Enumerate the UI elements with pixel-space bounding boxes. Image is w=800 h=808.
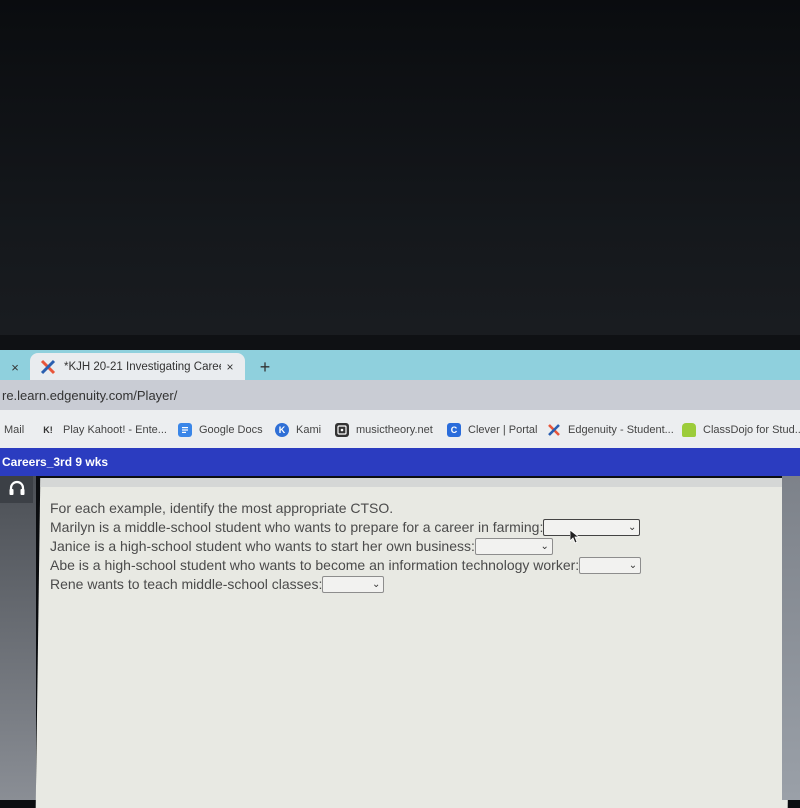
- close-icon[interactable]: ×: [221, 360, 239, 374]
- question-item: Janice is a high-school student who want…: [50, 537, 641, 556]
- classdojo-icon: [682, 423, 696, 437]
- chevron-down-icon: ⌄: [628, 560, 638, 571]
- bookmark-label: musictheory.net: [356, 424, 433, 436]
- bookmark-kahoot[interactable]: K! Play Kahoot! - Ente...: [40, 423, 167, 437]
- sidebar: [0, 476, 36, 800]
- close-icon[interactable]: ×: [11, 360, 19, 375]
- kami-icon: K: [275, 423, 289, 437]
- question-block: For each example, identify the most appr…: [50, 499, 642, 594]
- question-item: Marilyn is a middle-school student who w…: [50, 518, 641, 537]
- bookmark-kami[interactable]: K Kami: [275, 423, 321, 437]
- bookmark-mail[interactable]: Mail: [4, 424, 24, 436]
- musictheory-icon: [335, 423, 349, 437]
- question-item: Rene wants to teach middle-school classe…: [50, 575, 641, 594]
- prompt-text: For each example, identify the most appr…: [50, 500, 394, 516]
- bookmark-classdojo[interactable]: ClassDojo for Stud...: [682, 423, 800, 437]
- kahoot-icon: K!: [43, 425, 53, 435]
- chevron-down-icon: ⌄: [627, 522, 637, 533]
- bookmark-label: ClassDojo for Stud...: [703, 424, 800, 436]
- edgenuity-icon: [547, 423, 561, 437]
- ctso-dropdown-marilyn[interactable]: ⌄: [543, 519, 641, 536]
- course-title: Careers_3rd 9 wks: [2, 455, 109, 469]
- bookmark-label: Kami: [296, 424, 322, 436]
- item-text: Marilyn is a middle-school student who w…: [50, 519, 544, 535]
- chevron-down-icon: ⌄: [540, 541, 549, 552]
- item-text: Abe is a high-school student who wants t…: [50, 557, 580, 573]
- ctso-dropdown-abe[interactable]: ⌄: [579, 557, 642, 574]
- bookmark-edgenuity[interactable]: Edgenuity - Student...: [547, 423, 674, 437]
- tab-title: *KJH 20-21 Investigating Career: [64, 360, 221, 373]
- course-header: Careers_3rd 9 wks: [0, 448, 800, 476]
- question-item: Abe is a high-school student who wants t…: [50, 556, 642, 575]
- bookmark-label: Google Docs: [199, 424, 263, 436]
- bookmarks-bar: Mail K! Play Kahoot! - Ente... Google Do…: [0, 410, 800, 450]
- tab-strip: × *KJH 20-21 Investigating Career × +: [0, 350, 800, 380]
- bookmark-clever[interactable]: C Clever | Portal: [447, 423, 538, 437]
- dark-screen-area: [0, 0, 800, 350]
- bookmark-musictheory[interactable]: musictheory.net: [335, 423, 433, 437]
- chevron-down-icon: ⌄: [371, 579, 381, 590]
- mouse-cursor-icon: [569, 529, 581, 544]
- tab-active[interactable]: *KJH 20-21 Investigating Career ×: [30, 353, 245, 380]
- question-prompt: For each example, identify the most appr…: [50, 499, 641, 518]
- item-text: Janice is a high-school student who want…: [50, 538, 475, 554]
- url-text[interactable]: re.learn.edgenuity.com/Player/: [2, 388, 177, 403]
- google-docs-icon: [178, 423, 192, 437]
- edgenuity-favicon-icon: [40, 359, 56, 375]
- headphones-button[interactable]: [0, 476, 33, 503]
- new-tab-button[interactable]: +: [254, 356, 276, 378]
- bookmark-label: Play Kahoot! - Ente...: [63, 424, 167, 436]
- item-text: Rene wants to teach middle-school classe…: [50, 576, 323, 592]
- tab-previous[interactable]: ×: [0, 354, 30, 380]
- right-edge: [782, 476, 800, 800]
- bookmark-google-docs[interactable]: Google Docs: [178, 423, 263, 437]
- address-bar[interactable]: re.learn.edgenuity.com/Player/: [0, 380, 800, 410]
- ctso-dropdown-rene[interactable]: ⌄: [322, 576, 385, 593]
- ctso-dropdown-janice[interactable]: ⌄: [474, 538, 553, 555]
- bookmark-label: Edgenuity - Student...: [568, 424, 674, 436]
- content-top-strip: [40, 478, 793, 487]
- clever-icon: C: [447, 423, 461, 437]
- headphones-icon: [8, 480, 26, 500]
- bookmark-label: Clever | Portal: [468, 424, 538, 436]
- bookmark-label: Mail: [4, 424, 25, 436]
